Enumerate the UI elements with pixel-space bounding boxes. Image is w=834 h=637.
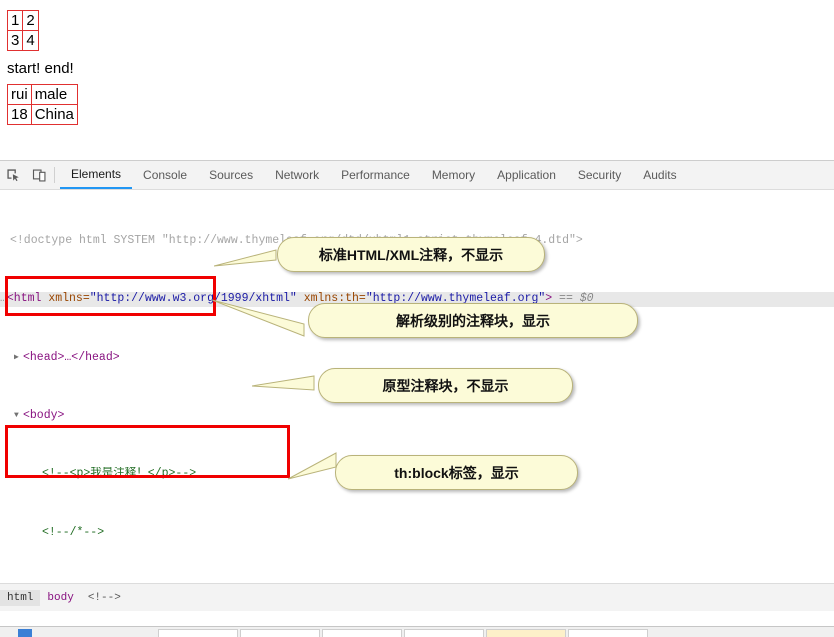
tab-application[interactable]: Application bbox=[486, 162, 567, 189]
breadcrumb-item-comment[interactable]: <!--> bbox=[81, 590, 128, 606]
html-dots: … bbox=[0, 292, 7, 306]
table-cell: male bbox=[30, 84, 78, 105]
tab-security[interactable]: Security bbox=[567, 162, 632, 189]
table-row: rui male bbox=[7, 84, 78, 105]
taskbar-item[interactable] bbox=[404, 629, 484, 637]
table-cell: 3 bbox=[6, 30, 24, 51]
dom-tree[interactable]: <!doctype html SYSTEM "http://www.thymel… bbox=[0, 190, 834, 580]
render-table-numbers: 1 2 3 4 bbox=[6, 10, 39, 51]
taskbar-item-active[interactable] bbox=[486, 629, 566, 637]
html-attr-xmlns-th-value: "http://www.thymeleaf.org" bbox=[365, 292, 546, 306]
render-start-end-text: start! end! bbox=[7, 60, 74, 77]
dom-line-parser-comment-open[interactable]: <!--/*--> bbox=[0, 526, 834, 541]
devtools-toolbar: Elements Console Sources Network Perform… bbox=[0, 161, 834, 190]
selected-node-marker: == $0 bbox=[552, 292, 594, 306]
doctype-text: <!doctype html SYSTEM "http://www.thymel… bbox=[10, 233, 583, 247]
taskbar-item[interactable] bbox=[322, 629, 402, 637]
os-taskbar-sliver bbox=[0, 626, 834, 637]
chevron-right-icon[interactable] bbox=[14, 351, 23, 366]
taskbar-start-button[interactable] bbox=[18, 629, 32, 637]
browser-page-render: 1 2 3 4 start! end! rui male 18 China bbox=[0, 0, 834, 160]
comment-standard-html: <!--<p>我是注释！</p>--> bbox=[42, 467, 197, 481]
device-toolbar-icon[interactable] bbox=[26, 162, 52, 188]
tab-elements[interactable]: Elements bbox=[60, 162, 133, 189]
comment-parser-open: <!--/*--> bbox=[42, 525, 105, 539]
dom-line-head[interactable]: <head>…</head> bbox=[0, 351, 834, 366]
devtools-panel: Elements Console Sources Network Perform… bbox=[0, 160, 834, 611]
dom-line-html[interactable]: …<html xmlns="http://www.w3.org/1999/xht… bbox=[0, 292, 834, 307]
taskbar-item[interactable] bbox=[158, 629, 238, 637]
table-cell: China bbox=[30, 104, 78, 125]
toolbar-divider bbox=[54, 167, 55, 183]
table-cell: 18 bbox=[7, 104, 32, 125]
table-cell: 1 bbox=[6, 10, 24, 31]
tab-network[interactable]: Network bbox=[264, 162, 330, 189]
table-cell: 2 bbox=[22, 10, 39, 31]
head-node: <head>…</head> bbox=[23, 350, 120, 364]
table-cell: 4 bbox=[22, 30, 39, 51]
inspect-element-icon[interactable] bbox=[0, 162, 26, 188]
body-node: <body> bbox=[23, 408, 65, 422]
html-attr-xmlns-th: xmlns:th= bbox=[296, 292, 366, 306]
breadcrumb-item-html[interactable]: html bbox=[0, 589, 41, 606]
chevron-down-icon[interactable] bbox=[14, 409, 23, 424]
tab-memory[interactable]: Memory bbox=[421, 162, 486, 189]
table-row: 1 2 bbox=[6, 10, 39, 31]
html-attr-xmlns-value: "http://www.w3.org/1999/xhtml" bbox=[89, 292, 297, 306]
breadcrumb-item-body[interactable]: body bbox=[40, 590, 80, 606]
html-attr-xmlns: xmlns= bbox=[48, 292, 90, 306]
dom-line-comment-p[interactable]: <!--<p>我是注释！</p>--> bbox=[0, 467, 834, 482]
html-tag-open: <html bbox=[6, 292, 49, 306]
tab-console[interactable]: Console bbox=[132, 162, 198, 189]
tab-performance[interactable]: Performance bbox=[330, 162, 421, 189]
dom-line-doctype: <!doctype html SYSTEM "http://www.thymel… bbox=[0, 234, 834, 249]
table-row: 18 China bbox=[7, 104, 78, 125]
tab-sources[interactable]: Sources bbox=[198, 162, 264, 189]
breadcrumb: html body <!--> bbox=[0, 583, 834, 611]
tab-audits[interactable]: Audits bbox=[632, 162, 687, 189]
dom-line-body-open[interactable]: <body> bbox=[0, 409, 834, 424]
taskbar-item[interactable] bbox=[240, 629, 320, 637]
table-row: 3 4 bbox=[6, 30, 39, 51]
taskbar-item[interactable] bbox=[568, 629, 648, 637]
table-cell: rui bbox=[7, 84, 32, 105]
render-table-user: rui male 18 China bbox=[7, 84, 78, 125]
